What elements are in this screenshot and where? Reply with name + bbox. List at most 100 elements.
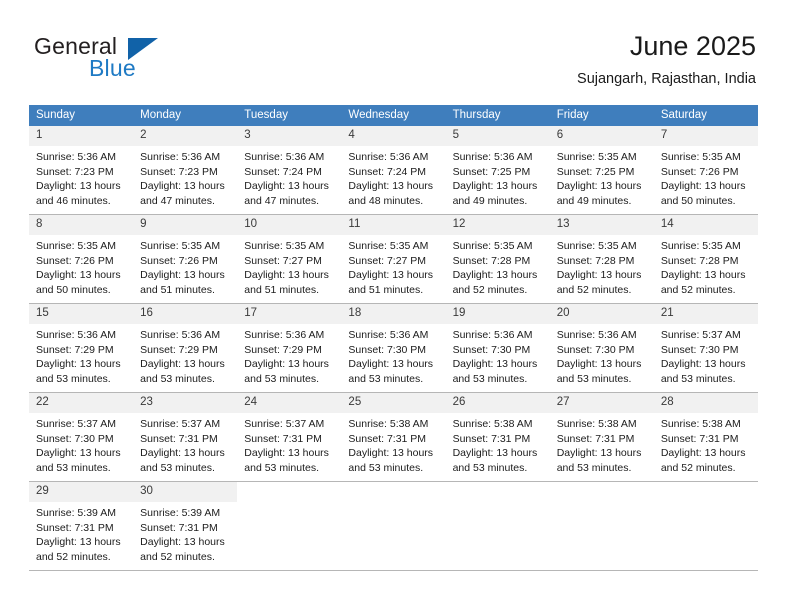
day-cell[interactable]: 29 Sunrise: 5:39 AM Sunset: 7:31 PM Dayl…	[29, 482, 134, 570]
daylight-text-line1: Daylight: 13 hours	[660, 447, 746, 460]
weekday-header-wednesday: Wednesday	[348, 109, 409, 121]
daylight-text-line1: Daylight: 13 hours	[452, 180, 538, 193]
day-number: 8	[29, 215, 134, 235]
day-cell[interactable]: 24 Sunrise: 5:37 AM Sunset: 7:31 PM Dayl…	[237, 393, 342, 481]
daylight-text-line2: and 53 minutes.	[36, 461, 111, 474]
daylight-text-line1: Daylight: 13 hours	[348, 269, 434, 282]
sunrise-text: Sunrise: 5:35 AM	[452, 240, 533, 252]
day-cell[interactable]: 23 Sunrise: 5:37 AM Sunset: 7:31 PM Dayl…	[133, 393, 238, 481]
sunset-text: Sunset: 7:26 PM	[140, 254, 218, 267]
sunrise-text: Sunrise: 5:35 AM	[660, 151, 741, 163]
sunrise-text: Sunrise: 5:35 AM	[348, 240, 429, 252]
daylight-text-line1: Daylight: 13 hours	[244, 358, 329, 371]
day-cell[interactable]: 9 Sunrise: 5:35 AM Sunset: 7:26 PM Dayli…	[133, 215, 238, 303]
logo-text-blue: Blue	[89, 55, 136, 81]
day-cell[interactable]: 3 Sunrise: 5:36 AM Sunset: 7:24 PM Dayli…	[237, 126, 342, 214]
sunset-text: Sunset: 7:27 PM	[348, 254, 427, 267]
general-blue-logo[interactable]: General Blue	[34, 33, 214, 85]
sunset-text: Sunset: 7:24 PM	[348, 165, 427, 178]
day-details: Sunrise: 5:36 AM Sunset: 7:29 PM Dayligh…	[133, 324, 237, 386]
daylight-text-line2: and 48 minutes.	[348, 194, 424, 207]
daylight-text-line1: Daylight: 13 hours	[452, 269, 538, 282]
day-cell[interactable]: 22 Sunrise: 5:37 AM Sunset: 7:30 PM Dayl…	[29, 393, 134, 481]
day-cell[interactable]: 6 Sunrise: 5:35 AM Sunset: 7:25 PM Dayli…	[549, 126, 654, 214]
day-number	[446, 482, 550, 502]
day-cell[interactable]: 25 Sunrise: 5:38 AM Sunset: 7:31 PM Dayl…	[341, 393, 446, 481]
daylight-text-line2: and 53 minutes.	[348, 372, 424, 385]
sunset-text: Sunset: 7:30 PM	[556, 343, 635, 356]
day-number: 18	[341, 304, 446, 324]
day-cell[interactable]: 1 Sunrise: 5:36 AM Sunset: 7:23 PM Dayli…	[29, 126, 134, 214]
day-cell[interactable]: 4 Sunrise: 5:36 AM Sunset: 7:24 PM Dayli…	[341, 126, 446, 214]
sunset-text: Sunset: 7:31 PM	[452, 432, 531, 445]
day-cell[interactable]: 5 Sunrise: 5:36 AM Sunset: 7:25 PM Dayli…	[445, 126, 550, 214]
sunset-text: Sunset: 7:27 PM	[244, 254, 322, 267]
daylight-text-line1: Daylight: 13 hours	[660, 180, 746, 193]
sunrise-text: Sunrise: 5:38 AM	[660, 418, 741, 430]
daylight-text-line1: Daylight: 13 hours	[36, 269, 121, 282]
daylight-text-line1: Daylight: 13 hours	[140, 447, 225, 460]
sunrise-text: Sunrise: 5:36 AM	[348, 151, 429, 163]
day-details: Sunrise: 5:36 AM Sunset: 7:23 PM Dayligh…	[133, 146, 237, 208]
title-block: June 2025 Sujangarh, Rajasthan, India	[577, 30, 756, 89]
day-details: Sunrise: 5:35 AM Sunset: 7:26 PM Dayligh…	[29, 235, 133, 297]
day-cell[interactable]: 11 Sunrise: 5:35 AM Sunset: 7:27 PM Dayl…	[341, 215, 446, 303]
day-cell[interactable]: 30 Sunrise: 5:39 AM Sunset: 7:31 PM Dayl…	[133, 482, 238, 570]
day-details: Sunrise: 5:35 AM Sunset: 7:25 PM Dayligh…	[550, 146, 654, 208]
day-number	[237, 482, 341, 502]
day-number	[550, 482, 654, 502]
day-cell[interactable]: 19 Sunrise: 5:36 AM Sunset: 7:30 PM Dayl…	[445, 304, 550, 392]
day-number: 6	[549, 126, 654, 146]
daylight-text-line2: and 49 minutes.	[556, 194, 632, 207]
day-number	[654, 482, 758, 502]
sunset-text: Sunset: 7:30 PM	[36, 432, 114, 445]
daylight-text-line1: Daylight: 13 hours	[556, 447, 642, 460]
daylight-text-line1: Daylight: 13 hours	[660, 358, 746, 371]
day-cell[interactable]: 7 Sunrise: 5:35 AM Sunset: 7:26 PM Dayli…	[653, 126, 758, 214]
daylight-text-line2: and 52 minutes.	[36, 550, 111, 563]
day-number: 20	[549, 304, 654, 324]
day-cell[interactable]: 26 Sunrise: 5:38 AM Sunset: 7:31 PM Dayl…	[445, 393, 550, 481]
day-cell[interactable]: 12 Sunrise: 5:35 AM Sunset: 7:28 PM Dayl…	[445, 215, 550, 303]
day-cell[interactable]: 14 Sunrise: 5:35 AM Sunset: 7:28 PM Dayl…	[653, 215, 758, 303]
sunrise-text: Sunrise: 5:35 AM	[556, 240, 637, 252]
day-cell[interactable]: 18 Sunrise: 5:36 AM Sunset: 7:30 PM Dayl…	[341, 304, 446, 392]
day-cell[interactable]: 17 Sunrise: 5:36 AM Sunset: 7:29 PM Dayl…	[237, 304, 342, 392]
day-cell[interactable]: 13 Sunrise: 5:35 AM Sunset: 7:28 PM Dayl…	[549, 215, 654, 303]
day-number: 4	[341, 126, 446, 146]
day-cell[interactable]: 21 Sunrise: 5:37 AM Sunset: 7:30 PM Dayl…	[653, 304, 758, 392]
calendar-week-row: 15 Sunrise: 5:36 AM Sunset: 7:29 PM Dayl…	[29, 304, 758, 393]
daylight-text-line2: and 50 minutes.	[36, 283, 111, 296]
day-cell[interactable]: 8 Sunrise: 5:35 AM Sunset: 7:26 PM Dayli…	[29, 215, 134, 303]
weekday-header-saturday: Saturday	[660, 109, 707, 121]
day-cell[interactable]: 2 Sunrise: 5:36 AM Sunset: 7:23 PM Dayli…	[133, 126, 238, 214]
day-cell-empty	[237, 482, 341, 570]
daylight-text-line1: Daylight: 13 hours	[140, 269, 225, 282]
day-cell[interactable]: 10 Sunrise: 5:35 AM Sunset: 7:27 PM Dayl…	[237, 215, 342, 303]
day-number: 23	[133, 393, 238, 413]
daylight-text-line1: Daylight: 13 hours	[244, 269, 329, 282]
sunset-text: Sunset: 7:29 PM	[244, 343, 322, 356]
sunset-text: Sunset: 7:30 PM	[660, 343, 739, 356]
daylight-text-line2: and 47 minutes.	[244, 194, 319, 207]
sunrise-text: Sunrise: 5:37 AM	[36, 418, 116, 430]
sunset-text: Sunset: 7:31 PM	[660, 432, 739, 445]
day-cell[interactable]: 20 Sunrise: 5:36 AM Sunset: 7:30 PM Dayl…	[549, 304, 654, 392]
sunrise-text: Sunrise: 5:37 AM	[140, 418, 221, 430]
daylight-text-line1: Daylight: 13 hours	[660, 269, 746, 282]
day-cell[interactable]: 15 Sunrise: 5:36 AM Sunset: 7:29 PM Dayl…	[29, 304, 134, 392]
day-number: 30	[133, 482, 238, 502]
day-cell[interactable]: 28 Sunrise: 5:38 AM Sunset: 7:31 PM Dayl…	[653, 393, 758, 481]
day-cell[interactable]: 16 Sunrise: 5:36 AM Sunset: 7:29 PM Dayl…	[133, 304, 238, 392]
daylight-text-line2: and 53 minutes.	[660, 372, 736, 385]
calendar-week-row: 22 Sunrise: 5:37 AM Sunset: 7:30 PM Dayl…	[29, 393, 758, 482]
daylight-text-line1: Daylight: 13 hours	[36, 358, 121, 371]
daylight-text-line2: and 49 minutes.	[452, 194, 528, 207]
day-details: Sunrise: 5:35 AM Sunset: 7:28 PM Dayligh…	[654, 235, 758, 297]
day-details: Sunrise: 5:37 AM Sunset: 7:30 PM Dayligh…	[654, 324, 758, 386]
daylight-text-line1: Daylight: 13 hours	[556, 180, 642, 193]
daylight-text-line2: and 53 minutes.	[140, 461, 215, 474]
daylight-text-line2: and 53 minutes.	[452, 461, 528, 474]
sunrise-text: Sunrise: 5:35 AM	[140, 240, 221, 252]
day-cell[interactable]: 27 Sunrise: 5:38 AM Sunset: 7:31 PM Dayl…	[549, 393, 654, 481]
